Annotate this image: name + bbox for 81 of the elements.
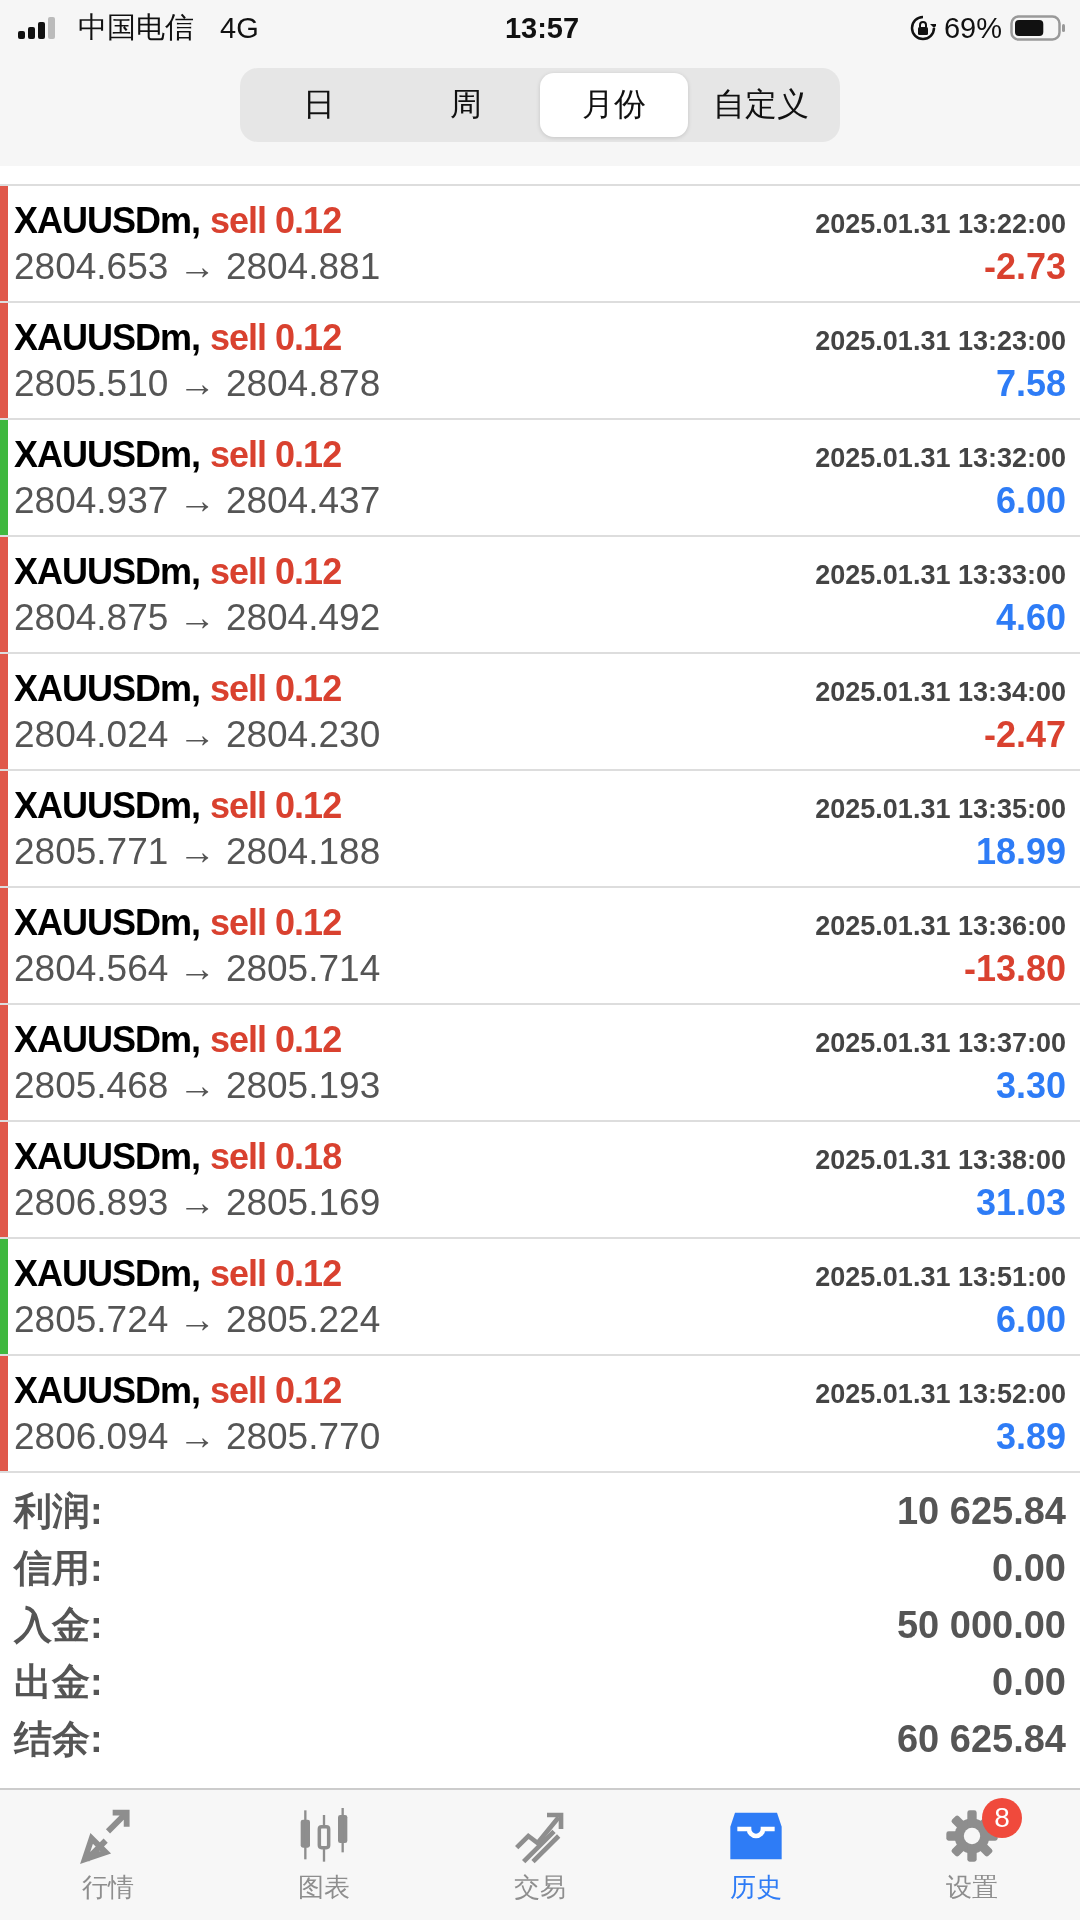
- order-side-label: sell 0.12: [210, 199, 342, 242]
- symbol-label: XAUUSDm,: [14, 784, 201, 827]
- price-range: 2806.094 → 2805.770: [14, 1415, 381, 1458]
- summary-value: 0.00: [992, 1661, 1066, 1704]
- period-tab[interactable]: 月份: [540, 73, 688, 137]
- deal-time: 2025.01.31 13:36:00: [815, 910, 1066, 942]
- symbol-label: XAUUSDm,: [14, 1369, 201, 1412]
- price-range: 2804.024 → 2804.230: [14, 713, 381, 756]
- summary-value: 50 000.00: [896, 1604, 1066, 1647]
- price-range: 2805.468 → 2805.193: [14, 1064, 381, 1107]
- order-side-label: sell 0.12: [210, 667, 342, 710]
- symbol-label: XAUUSDm,: [14, 433, 201, 476]
- carrier-name: 中国电信: [78, 10, 194, 45]
- deal-time: 2025.01.31 13:34:00: [815, 676, 1066, 708]
- tab-bar-item[interactable]: 8 设置: [864, 1790, 1080, 1920]
- profit-value: 6.00: [995, 479, 1066, 522]
- symbol-label: XAUUSDm,: [14, 199, 201, 242]
- symbol-label: XAUUSDm,: [14, 1135, 201, 1178]
- deal-time: 2025.01.31 13:33:00: [815, 559, 1066, 591]
- network-type: 4G: [220, 11, 259, 45]
- summary-label: 结余:: [14, 1717, 103, 1762]
- period-tab[interactable]: 周: [392, 73, 540, 137]
- tab-bar-item[interactable]: 行情: [0, 1790, 216, 1920]
- price-range: 2805.724 → 2805.224: [14, 1298, 381, 1341]
- summary-label: 出金:: [14, 1660, 103, 1705]
- period-tab[interactable]: 自定义: [687, 73, 835, 137]
- profit-value: 6.00: [995, 1298, 1066, 1341]
- price-range: 2804.653 → 2804.881: [14, 245, 381, 288]
- price-range: 2804.564 → 2805.714: [14, 947, 381, 990]
- notification-badge: 8: [982, 1797, 1022, 1838]
- symbol-label: XAUUSDm,: [14, 550, 201, 593]
- profit-value: -2.47: [983, 713, 1066, 756]
- deal-time: 2025.01.31 13:35:00: [815, 793, 1066, 825]
- deal-time: 2025.01.31 13:22:00: [815, 208, 1066, 240]
- order-side-label: sell 0.12: [210, 433, 342, 476]
- period-tab[interactable]: 日: [245, 73, 393, 137]
- profit-value: 31.03: [975, 1181, 1066, 1224]
- summary-label: 入金:: [14, 1603, 103, 1648]
- summary-value: 10 625.84: [896, 1490, 1066, 1533]
- profit-value: -2.73: [983, 245, 1066, 288]
- battery-icon: [1010, 15, 1066, 41]
- summary-value: 0.00: [992, 1547, 1066, 1590]
- order-side-label: sell 0.12: [210, 784, 342, 827]
- rotation-lock-icon: [909, 15, 936, 41]
- price-range: 2804.937 → 2804.437: [14, 479, 381, 522]
- deal-time: 2025.01.31 13:32:00: [815, 442, 1066, 474]
- summary-label: 利润:: [14, 1489, 103, 1534]
- order-side-label: sell 0.12: [210, 550, 342, 593]
- tab-bar-item[interactable]: 图表: [216, 1790, 432, 1920]
- order-side-label: sell 0.18: [210, 1135, 342, 1178]
- symbol-label: XAUUSDm,: [14, 1252, 201, 1295]
- deal-time: 2025.01.31 13:51:00: [815, 1261, 1066, 1293]
- order-side-label: sell 0.12: [210, 1018, 342, 1061]
- deal-time: 2025.01.31 13:37:00: [815, 1027, 1066, 1059]
- symbol-label: XAUUSDm,: [14, 1018, 201, 1061]
- order-side-label: sell 0.12: [210, 901, 342, 944]
- symbol-label: XAUUSDm,: [14, 316, 201, 359]
- battery-percent: 69%: [943, 11, 1002, 45]
- order-side-label: sell 0.12: [210, 1252, 342, 1295]
- symbol-label: XAUUSDm,: [14, 667, 201, 710]
- profit-value: 3.89: [995, 1415, 1066, 1458]
- price-range: 2805.771 → 2804.188: [14, 830, 381, 873]
- price-range: 2804.875 → 2804.492: [14, 596, 381, 639]
- tab-bar-item[interactable]: 交易: [432, 1790, 648, 1920]
- deal-time: 2025.01.31 13:23:00: [815, 325, 1066, 357]
- deal-time: 2025.01.31 13:52:00: [815, 1378, 1066, 1410]
- deal-time: 2025.01.31 13:38:00: [815, 1144, 1066, 1176]
- status-time: 13:57: [504, 11, 580, 45]
- profit-value: 7.58: [995, 362, 1066, 405]
- summary-value: 60 625.84: [896, 1718, 1066, 1761]
- profit-value: 3.30: [995, 1064, 1066, 1107]
- profit-value: -13.80: [963, 947, 1066, 990]
- summary-label: 信用:: [14, 1546, 103, 1591]
- order-side-label: sell 0.12: [210, 1369, 342, 1412]
- price-range: 2805.510 → 2804.878: [14, 362, 381, 405]
- price-range: 2806.893 → 2805.169: [14, 1181, 381, 1224]
- order-side-label: sell 0.12: [210, 316, 342, 359]
- tab-bar-item[interactable]: 历史: [648, 1790, 864, 1920]
- profit-value: 4.60: [995, 596, 1066, 639]
- symbol-label: XAUUSDm,: [14, 901, 201, 944]
- profit-value: 18.99: [975, 830, 1066, 873]
